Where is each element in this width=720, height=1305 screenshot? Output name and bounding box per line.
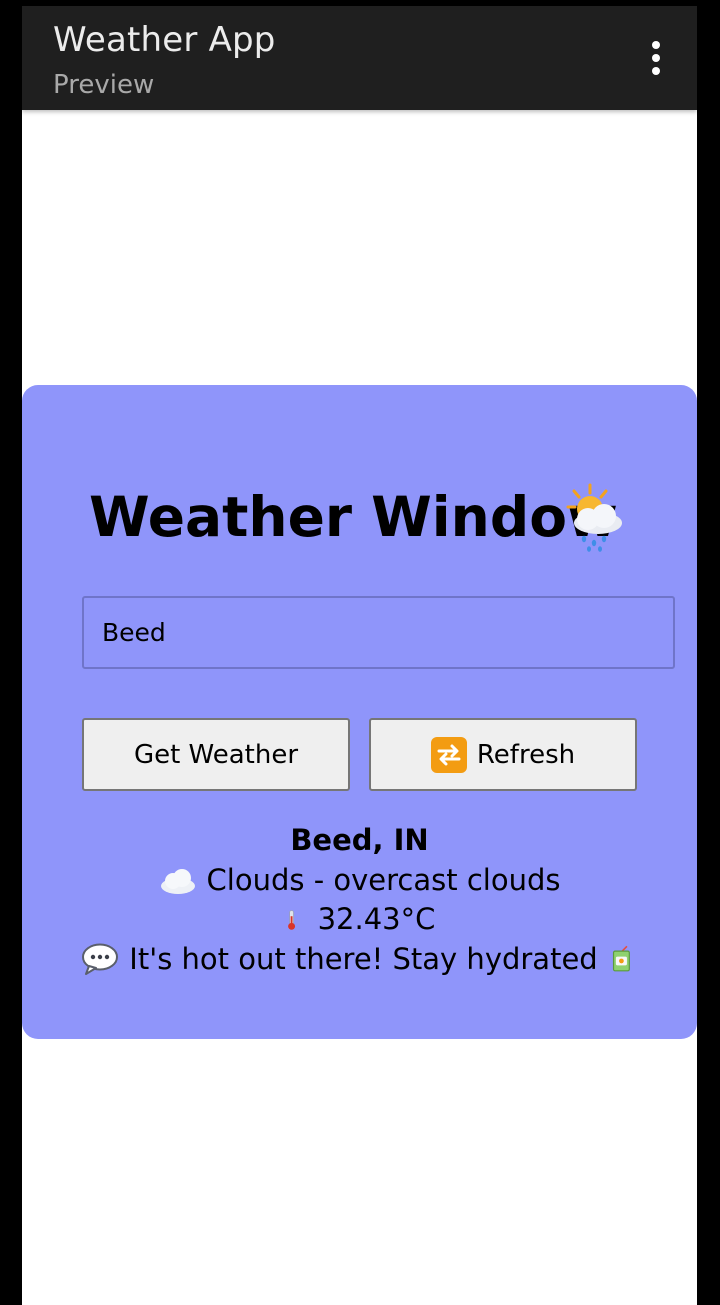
app-title: Weather App <box>53 20 276 60</box>
app-subtitle: Preview <box>53 70 155 100</box>
weather-card: Weather Window Get Weather <box>22 385 697 1039</box>
location-text: Beed, IN <box>290 823 429 857</box>
app-screen: Weather App Preview Weather Window Beed … <box>22 6 697 1305</box>
condition-line: Clouds - overcast clouds <box>22 861 697 901</box>
message-text: It's hot out there! Stay hydrated <box>129 941 598 976</box>
speech-bubble-icon <box>82 943 119 976</box>
get-weather-label: Get Weather <box>133 739 299 770</box>
refresh-button[interactable]: Refresh <box>369 718 637 791</box>
sun-cloud-rain-icon <box>566 483 622 552</box>
repeat-icon <box>430 736 467 773</box>
juice-box-icon <box>612 946 630 972</box>
message-line: It's hot out there! Stay hydrated <box>22 940 697 980</box>
app-bar: Weather App Preview <box>22 6 697 110</box>
city-input[interactable] <box>82 596 675 669</box>
cloud-icon <box>160 869 195 895</box>
temperature-line: 32.43°C <box>22 900 697 940</box>
thermometer-icon <box>287 909 295 930</box>
refresh-label: Refresh <box>476 739 576 770</box>
more-vert-icon[interactable] <box>640 36 672 80</box>
temperature-text: 32.43°C <box>317 902 436 936</box>
get-weather-button[interactable]: Get Weather <box>82 718 350 791</box>
condition-text: Clouds - overcast clouds <box>206 862 561 897</box>
weather-results: Beed, IN Clouds - overcast clouds 32.43°… <box>22 821 697 979</box>
